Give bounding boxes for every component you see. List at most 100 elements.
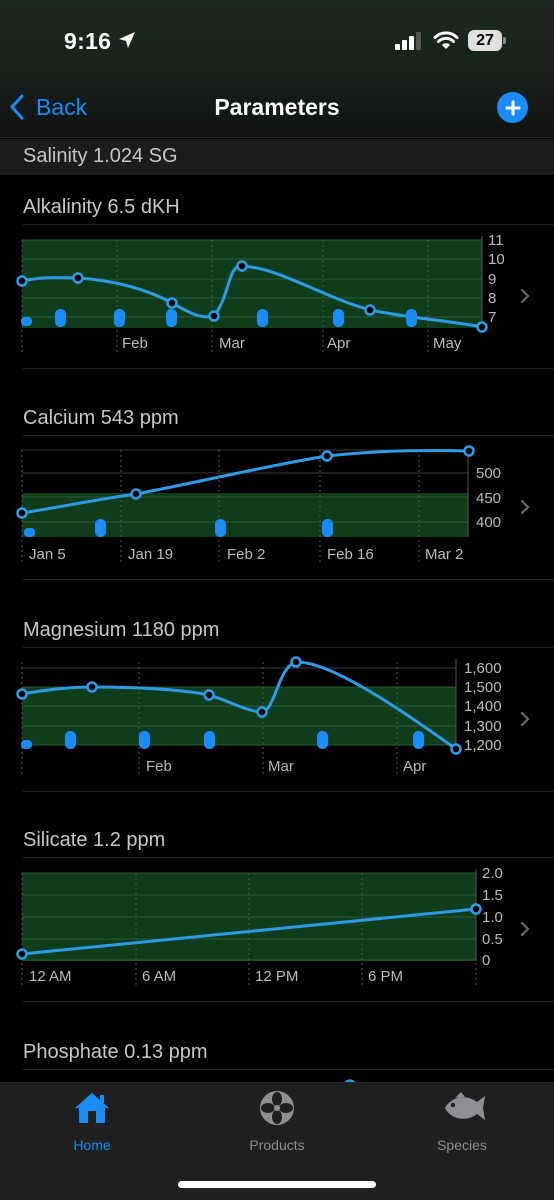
- dosing-marker: [406, 309, 417, 327]
- row-divider: [23, 579, 554, 580]
- battery-level: 27: [468, 30, 502, 51]
- y-tick-label: 11: [488, 232, 504, 249]
- alkalinity-title: Alkalinity 6.5 dKH: [23, 196, 180, 218]
- y-tick-label: 2.0: [482, 865, 503, 882]
- dosing-marker: [333, 309, 344, 327]
- phosphate-title: Phosphate 0.13 ppm: [23, 1041, 208, 1063]
- x-tick-label: 12 AM: [29, 968, 72, 985]
- data-point: [256, 706, 268, 718]
- x-tick-label: Jan 19: [128, 546, 173, 563]
- dosing-marker: [166, 309, 177, 327]
- chevron-right-icon: [520, 499, 530, 515]
- x-tick-label: 12 PM: [255, 968, 298, 985]
- data-point: [166, 297, 178, 309]
- dosing-marker: [215, 519, 226, 537]
- data-point: [16, 688, 28, 700]
- x-tick-label: Feb 2: [227, 546, 265, 563]
- home-indicator[interactable]: [178, 1181, 376, 1188]
- data-point: [476, 321, 488, 333]
- dosing-marker: [317, 731, 328, 749]
- y-tick-label: 7: [488, 309, 496, 326]
- dosing-marker: [21, 317, 32, 326]
- row-divider: [23, 1001, 554, 1002]
- tab-label: Products: [249, 1137, 305, 1153]
- x-tick-label: 6 AM: [142, 968, 176, 985]
- x-tick-label: Apr: [327, 335, 350, 352]
- magnesium-title: Magnesium 1180 ppm: [23, 619, 220, 641]
- x-tick-label: Feb: [122, 335, 148, 352]
- section-divider: [23, 1069, 554, 1070]
- battery-tip: [503, 37, 506, 44]
- tab-label: Home: [73, 1137, 111, 1153]
- data-point: [86, 681, 98, 693]
- data-point: [470, 903, 482, 915]
- y-tick-label: 400: [476, 514, 501, 531]
- page-title: Parameters: [214, 94, 340, 120]
- tab-home[interactable]: Home: [32, 1090, 152, 1153]
- add-button[interactable]: [497, 92, 528, 123]
- magnesium-target-range: [22, 687, 456, 745]
- y-tick-label: 9: [488, 271, 496, 288]
- cellular-signal-icon: [395, 32, 421, 50]
- x-tick-label: 6 PM: [368, 968, 403, 985]
- y-tick-label: 1,200: [464, 737, 502, 754]
- chevron-right-icon: [520, 711, 530, 727]
- dosing-marker: [114, 309, 125, 327]
- silicate-chart[interactable]: 2.0 1.5 1.0 0.5 0 12 AM 6 AM 12 PM 6 PM: [0, 859, 554, 1001]
- data-point: [450, 743, 462, 755]
- location-arrow-icon: [119, 32, 135, 48]
- dosing-marker: [204, 731, 215, 749]
- data-point: [72, 272, 84, 284]
- y-tick-label: 8: [488, 290, 496, 307]
- y-tick-label: 1.5: [482, 887, 503, 904]
- calcium-chart[interactable]: 500 450 400 Jan 5 Jan 19 Feb 2 Feb 16 Ma…: [0, 437, 554, 579]
- alkalinity-chart[interactable]: 11 10 9 8 7 Feb Mar Apr May: [0, 226, 554, 368]
- x-tick-label: Jan 5: [29, 546, 66, 563]
- row-divider: [23, 791, 554, 792]
- data-point: [236, 260, 248, 272]
- dosing-marker: [322, 519, 333, 537]
- y-tick-label: 1,400: [464, 698, 502, 715]
- dosing-marker: [55, 309, 66, 327]
- tab-label: Species: [437, 1137, 487, 1153]
- section-divider: [23, 857, 554, 858]
- salinity-title: Salinity 1.024 SG: [23, 145, 178, 167]
- x-tick-label: Apr: [403, 758, 426, 775]
- magnesium-chart[interactable]: 1,600 1,500 1,400 1,300 1,200 Feb Mar Ap…: [0, 649, 554, 791]
- y-tick-label: 1.0: [482, 909, 503, 926]
- salinity-row[interactable]: Salinity 1.024 SG: [0, 139, 554, 175]
- wifi-icon: [433, 31, 459, 49]
- dosing-marker: [24, 528, 35, 537]
- x-tick-label: Feb: [146, 758, 172, 775]
- x-tick-label: Mar: [219, 335, 245, 352]
- tab-products[interactable]: Products: [217, 1090, 337, 1153]
- y-tick-label: 10: [488, 251, 505, 268]
- status-time: 9:16: [64, 28, 112, 54]
- dosing-marker: [139, 731, 150, 749]
- y-tick-label: 1,500: [464, 679, 502, 696]
- dosing-marker: [21, 740, 32, 749]
- data-point: [208, 310, 220, 322]
- y-tick-label: 1,300: [464, 718, 502, 735]
- y-tick-label: 450: [476, 490, 501, 507]
- y-tick-label: 0.5: [482, 931, 503, 948]
- x-tick-label: Feb 16: [327, 546, 374, 563]
- row-divider: [23, 368, 554, 369]
- chevron-right-icon: [520, 288, 530, 304]
- y-tick-label: 1,600: [464, 660, 502, 677]
- dosing-marker: [413, 731, 424, 749]
- section-divider: [23, 224, 554, 225]
- data-point: [290, 656, 302, 668]
- dosing-marker: [95, 519, 106, 537]
- y-tick-label: 0: [482, 952, 490, 969]
- data-point: [364, 304, 376, 316]
- data-point: [16, 507, 28, 519]
- dosing-marker: [65, 731, 76, 749]
- x-tick-label: Mar: [268, 758, 294, 775]
- tab-species[interactable]: Species: [402, 1090, 522, 1153]
- data-point: [130, 488, 142, 500]
- section-divider: [23, 647, 554, 648]
- battery-indicator: 27: [468, 30, 506, 52]
- chevron-right-icon: [520, 921, 530, 937]
- calcium-target-range: [22, 493, 468, 537]
